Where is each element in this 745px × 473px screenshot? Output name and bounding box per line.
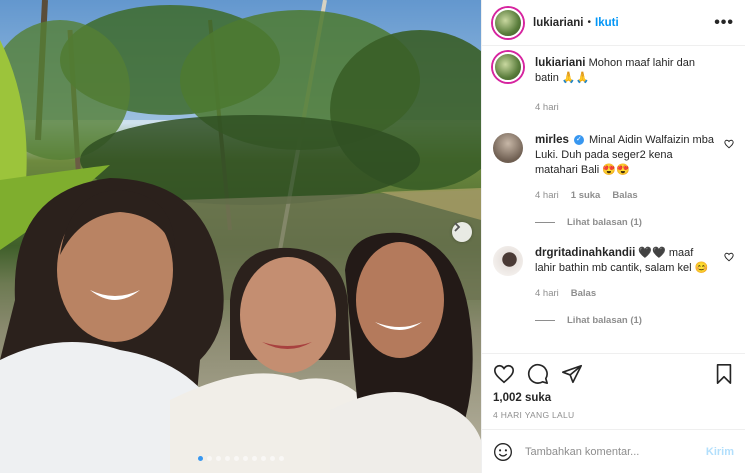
carousel-dot: [251, 456, 257, 461]
emoji-icon: [494, 442, 512, 461]
commenter-username[interactable]: mirles: [535, 134, 569, 146]
carousel-indicator: [0, 456, 481, 461]
view-replies-button[interactable]: Lihat balasan (1): [493, 315, 734, 326]
verified-icon: ✓: [573, 135, 584, 146]
view-replies-button[interactable]: Lihat balasan (1): [493, 217, 734, 228]
post-header: lukiariani • Ikuti •••: [482, 0, 745, 46]
instagram-post-view: lukiariani • Ikuti ••• lukiariani Mohon …: [0, 0, 745, 473]
separator-bullet: •: [587, 17, 592, 28]
carousel-dot: [233, 456, 239, 461]
comment-time[interactable]: 4 hari: [535, 286, 559, 301]
carousel-dot: [215, 456, 221, 461]
carousel-dot: [242, 456, 248, 461]
post-photo[interactable]: [0, 0, 481, 473]
carousel-next-button[interactable]: [452, 222, 472, 242]
caption: lukiariani Mohon maaf lahir dan batin 🙏🙏…: [493, 52, 734, 115]
comment-like-icon[interactable]: [724, 252, 734, 262]
likes-count[interactable]: 1,002 suka: [493, 392, 734, 404]
commenter-avatar[interactable]: [493, 246, 523, 276]
more-options-button[interactable]: •••: [714, 14, 734, 32]
photo-illustration: [0, 0, 481, 473]
emoji-button[interactable]: [493, 442, 513, 462]
post-timestamp[interactable]: 4 HARI YANG LALU: [493, 410, 734, 420]
bookmark-icon: [716, 364, 732, 384]
carousel-dot: [278, 456, 284, 461]
carousel-dot: [224, 456, 230, 461]
comment-icon: [527, 363, 548, 384]
comment-input[interactable]: [525, 445, 706, 458]
carousel-dot: [197, 456, 203, 461]
comment-composer: Kirim: [482, 429, 745, 473]
caption-username[interactable]: lukiariani: [535, 57, 586, 69]
comment-item: mirles ✓ Minal Aidin Walfaizin mba Luki.…: [493, 133, 734, 203]
caption-time[interactable]: 4 hari: [535, 100, 559, 115]
like-button[interactable]: [493, 363, 515, 385]
comment-time[interactable]: 4 hari: [535, 188, 559, 203]
view-replies-label: Lihat balasan (1): [567, 217, 642, 228]
reply-button[interactable]: Balas: [571, 286, 596, 301]
comment-item: drgritadinahkandii 🖤🖤 maaf lahir bathin …: [493, 246, 734, 301]
commenter-username[interactable]: drgritadinahkandii: [535, 247, 635, 259]
reply-button[interactable]: Balas: [612, 188, 637, 203]
author-username[interactable]: lukiariani: [533, 17, 584, 29]
comment-likes[interactable]: 1 suka: [571, 188, 601, 203]
caption-avatar[interactable]: [493, 52, 523, 82]
share-icon: [562, 364, 582, 384]
chevron-right-icon: [454, 222, 461, 232]
carousel-dot: [260, 456, 266, 461]
save-button[interactable]: [714, 363, 734, 385]
view-replies-label: Lihat balasan (1): [567, 315, 642, 326]
carousel-dot: [206, 456, 212, 461]
author-avatar[interactable]: [493, 7, 523, 38]
post-side-panel: lukiariani • Ikuti ••• lukiariani Mohon …: [481, 0, 745, 473]
share-button[interactable]: [561, 363, 583, 385]
commenter-avatar[interactable]: [493, 133, 523, 163]
heart-icon: [494, 364, 514, 384]
carousel-dot: [269, 456, 275, 461]
follow-button[interactable]: Ikuti: [595, 17, 619, 29]
post-actions: 1,002 suka 4 HARI YANG LALU: [482, 353, 745, 420]
post-comment-button[interactable]: Kirim: [706, 446, 734, 458]
comment-like-icon[interactable]: [724, 139, 734, 149]
comments-list: lukiariani Mohon maaf lahir dan batin 🙏🙏…: [493, 52, 734, 326]
comment-button[interactable]: [527, 363, 549, 385]
